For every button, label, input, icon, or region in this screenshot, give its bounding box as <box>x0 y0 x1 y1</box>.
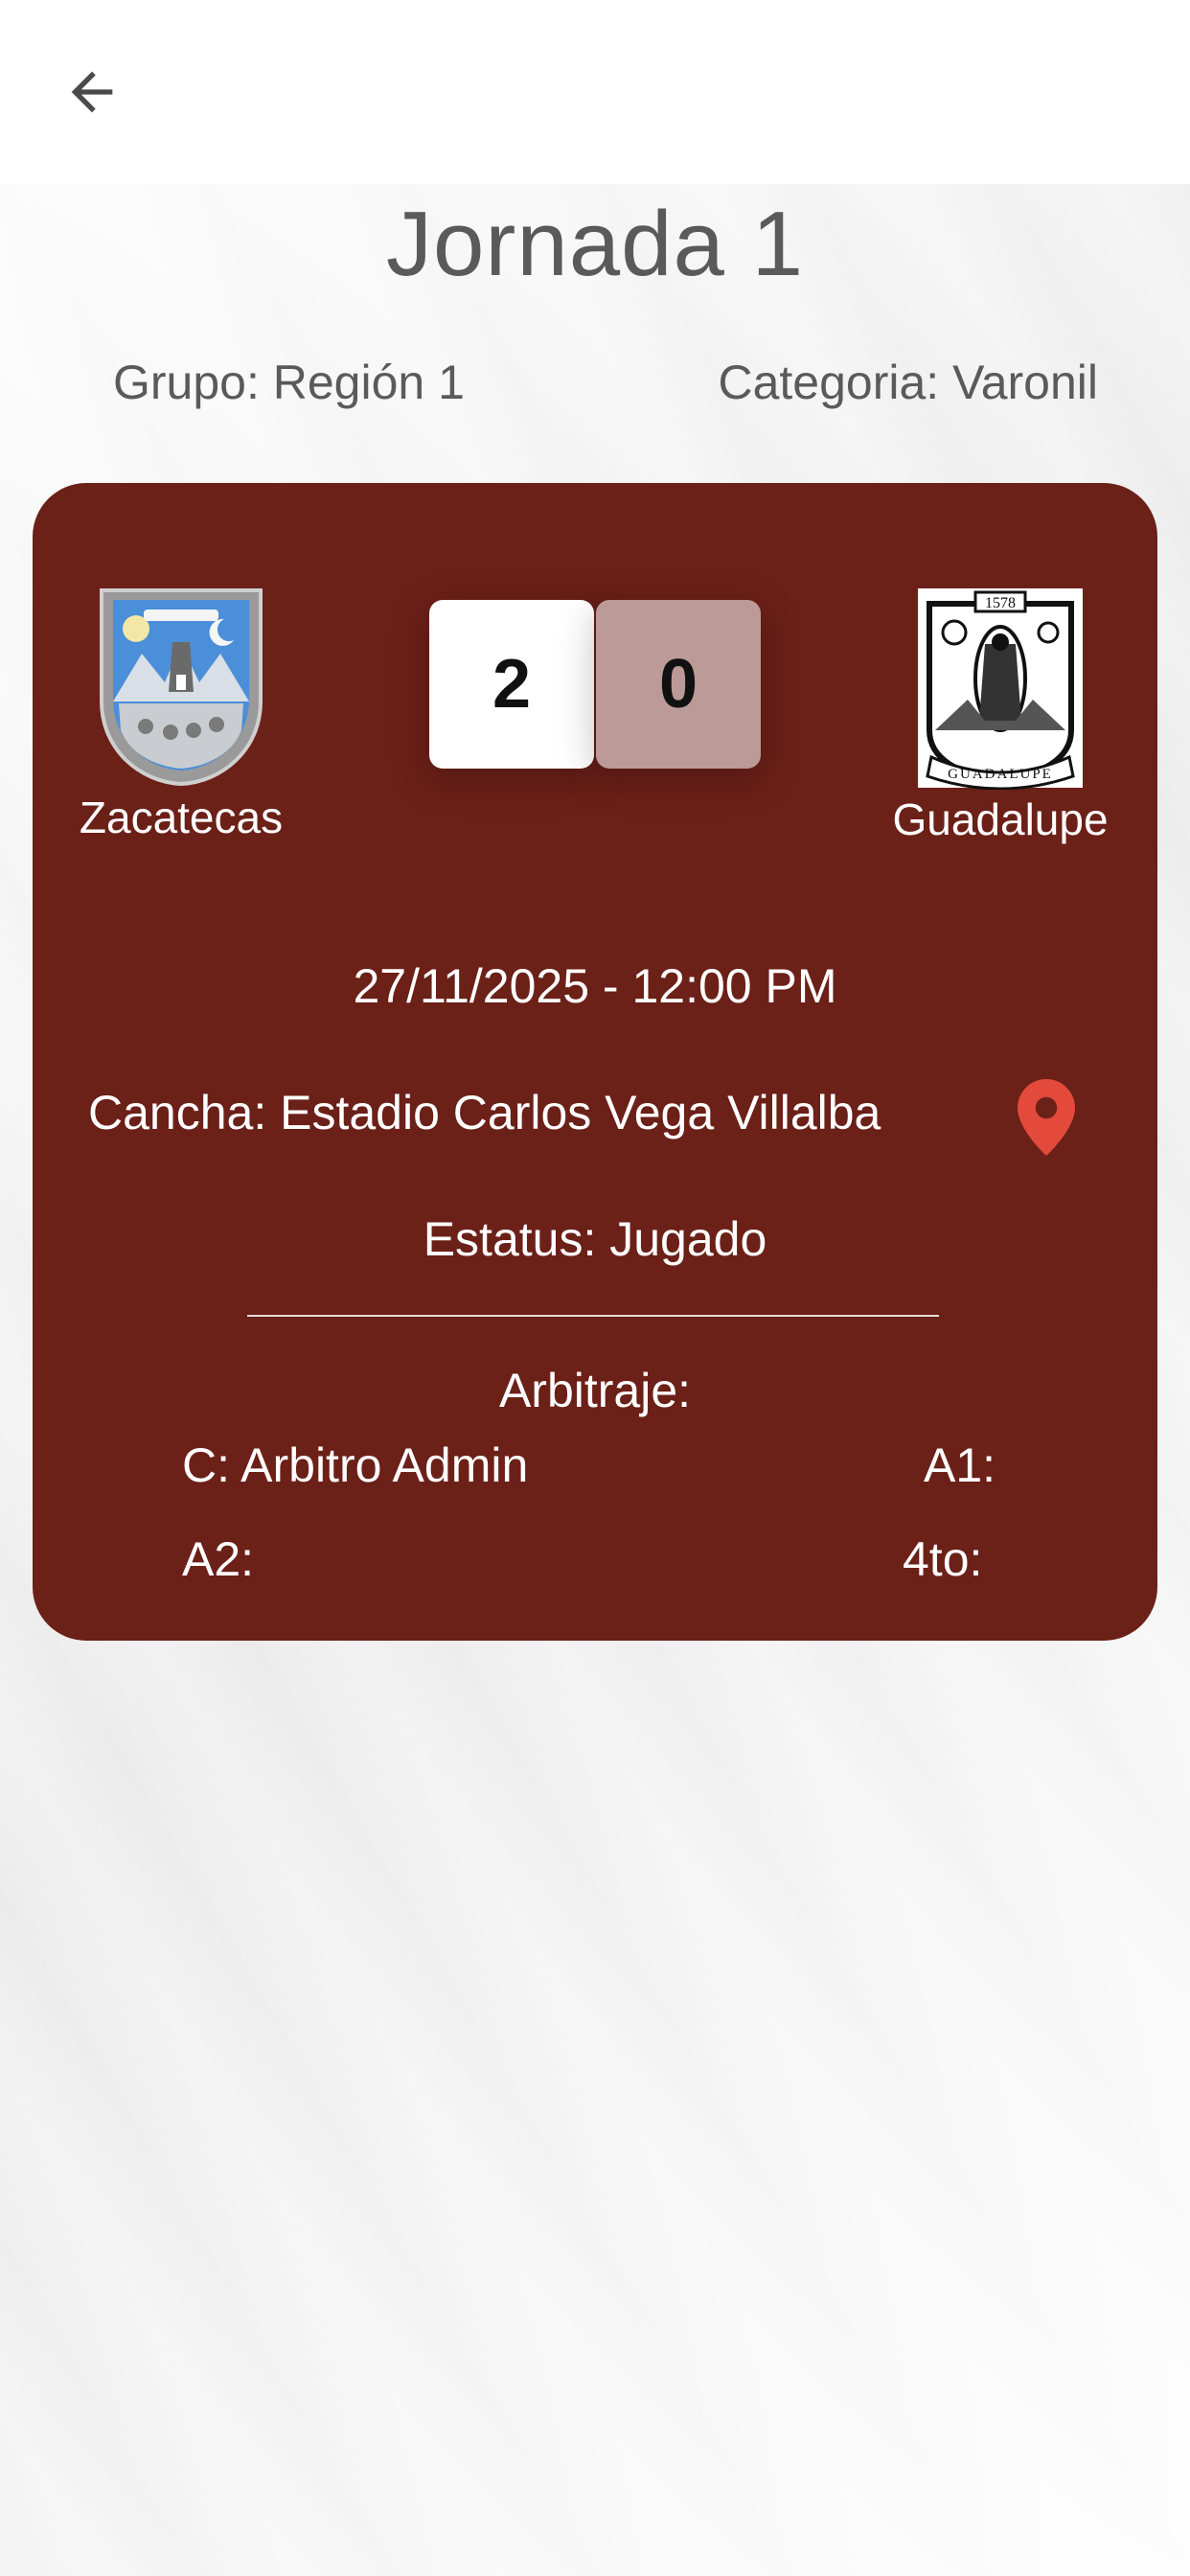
match-meta: Grupo: Región 1 Categoria: Varonil <box>0 355 1190 412</box>
zacatecas-crest-icon <box>100 588 263 787</box>
referee-fourth: 4to: <box>903 1532 983 1586</box>
crest-year: 1578 <box>985 595 1016 611</box>
referees-title: Arbitraje: <box>498 1364 692 1417</box>
referee-central: C: Arbitro Admin <box>182 1438 529 1492</box>
crest-banner: GUADALUPE <box>948 767 1053 782</box>
map-pin-button[interactable] <box>1018 1079 1075 1161</box>
match-status: Estatus: Jugado <box>423 1212 767 1266</box>
match-venue: Cancha: Estadio Carlos Vega Villalba <box>88 1086 881 1139</box>
match-card[interactable]: Zacatecas 2 0 1578 GUADALUPE Guadalupe 2… <box>33 483 1157 1641</box>
arrow-left-icon <box>71 71 113 113</box>
away-team: 1578 GUADALUPE Guadalupe <box>876 586 1125 845</box>
divider <box>247 1315 939 1317</box>
referee-a1: A1: <box>924 1438 996 1492</box>
map-pin-icon <box>1018 1079 1075 1156</box>
home-team: Zacatecas <box>71 586 291 843</box>
home-score: 2 <box>429 600 594 769</box>
guadalupe-crest-icon: 1578 GUADALUPE <box>918 588 1083 790</box>
category-label: Categoria: Varonil <box>718 356 1098 409</box>
top-app-bar <box>0 0 1190 184</box>
match-datetime: 27/11/2025 - 12:00 PM <box>353 959 837 1013</box>
back-button[interactable] <box>54 54 130 130</box>
group-label: Grupo: Región 1 <box>113 356 465 409</box>
page-title: Jornada 1 <box>386 193 804 295</box>
referee-a2: A2: <box>182 1532 255 1586</box>
away-team-name: Guadalupe <box>892 794 1109 844</box>
away-score: 0 <box>596 600 761 769</box>
home-team-name: Zacatecas <box>79 793 284 842</box>
